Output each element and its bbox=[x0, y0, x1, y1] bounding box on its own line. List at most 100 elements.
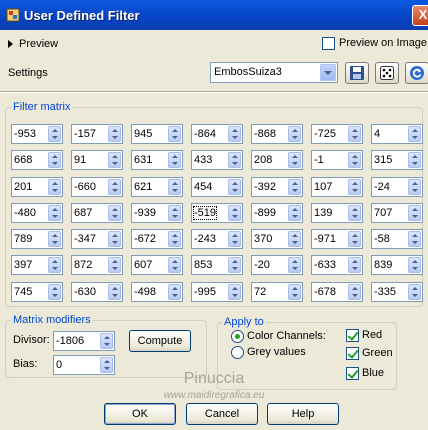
matrix-cell-spinner[interactable] bbox=[108, 205, 121, 221]
matrix-cell-r4-c2[interactable]: 687 bbox=[71, 203, 123, 223]
matrix-cell-spinner[interactable] bbox=[348, 257, 361, 273]
matrix-cell-spinner[interactable] bbox=[168, 284, 181, 300]
matrix-cell-r1-c3[interactable]: 945 bbox=[131, 124, 183, 144]
matrix-cell-spinner[interactable] bbox=[348, 205, 361, 221]
matrix-cell-r2-c6[interactable]: -1 bbox=[311, 150, 363, 170]
divisor-spinner[interactable] bbox=[100, 333, 113, 349]
matrix-cell-spinner[interactable] bbox=[348, 126, 361, 142]
matrix-cell-spinner[interactable] bbox=[408, 205, 421, 221]
matrix-cell-spinner[interactable] bbox=[168, 257, 181, 273]
matrix-cell-spinner[interactable] bbox=[288, 284, 301, 300]
randomize-button[interactable] bbox=[375, 62, 399, 84]
matrix-cell-spinner[interactable] bbox=[48, 284, 61, 300]
matrix-cell-r1-c6[interactable]: -725 bbox=[311, 124, 363, 144]
close-button[interactable]: X bbox=[412, 5, 428, 26]
matrix-cell-spinner[interactable] bbox=[288, 126, 301, 142]
matrix-cell-spinner[interactable] bbox=[168, 152, 181, 168]
matrix-cell-spinner[interactable] bbox=[108, 152, 121, 168]
matrix-cell-r5-c2[interactable]: -347 bbox=[71, 229, 123, 249]
matrix-cell-r6-c4[interactable]: 853 bbox=[191, 255, 243, 275]
preset-dropdown[interactable]: EmbosSuiza3 bbox=[210, 62, 338, 83]
reset-button[interactable] bbox=[405, 62, 428, 84]
matrix-cell-spinner[interactable] bbox=[288, 257, 301, 273]
matrix-cell-spinner[interactable] bbox=[48, 205, 61, 221]
matrix-cell-spinner[interactable] bbox=[228, 231, 241, 247]
matrix-cell-spinner[interactable] bbox=[288, 179, 301, 195]
matrix-cell-r2-c2[interactable]: 91 bbox=[71, 150, 123, 170]
preview-toggle[interactable]: Preview bbox=[8, 37, 58, 51]
matrix-cell-r2-c5[interactable]: 208 bbox=[251, 150, 303, 170]
matrix-cell-spinner[interactable] bbox=[108, 126, 121, 142]
matrix-cell-r5-c4[interactable]: -243 bbox=[191, 229, 243, 249]
matrix-cell-r4-c4[interactable]: -519 bbox=[191, 203, 243, 223]
matrix-cell-spinner[interactable] bbox=[168, 126, 181, 142]
matrix-cell-r7-c5[interactable]: 72 bbox=[251, 282, 303, 302]
matrix-cell-spinner[interactable] bbox=[168, 231, 181, 247]
matrix-cell-r6-c1[interactable]: 397 bbox=[11, 255, 63, 275]
matrix-cell-spinner[interactable] bbox=[48, 179, 61, 195]
compute-button[interactable]: Compute bbox=[129, 330, 191, 352]
matrix-cell-spinner[interactable] bbox=[408, 257, 421, 273]
preview-on-image-box[interactable] bbox=[322, 36, 335, 50]
matrix-cell-r7-c4[interactable]: -995 bbox=[191, 282, 243, 302]
matrix-cell-r7-c3[interactable]: -498 bbox=[131, 282, 183, 302]
divisor-input[interactable]: -1806 bbox=[53, 331, 115, 351]
matrix-cell-r4-c1[interactable]: -480 bbox=[11, 203, 63, 223]
matrix-cell-r5-c3[interactable]: -672 bbox=[131, 229, 183, 249]
cancel-button[interactable]: Cancel bbox=[186, 403, 258, 425]
matrix-cell-spinner[interactable] bbox=[348, 152, 361, 168]
matrix-cell-spinner[interactable] bbox=[228, 126, 241, 142]
matrix-cell-spinner[interactable] bbox=[348, 179, 361, 195]
matrix-cell-spinner[interactable] bbox=[48, 257, 61, 273]
matrix-cell-spinner[interactable] bbox=[168, 205, 181, 221]
matrix-cell-spinner[interactable] bbox=[228, 152, 241, 168]
help-button[interactable]: Help bbox=[267, 403, 339, 425]
matrix-cell-spinner[interactable] bbox=[408, 152, 421, 168]
matrix-cell-r5-c7[interactable]: -58 bbox=[371, 229, 423, 249]
matrix-cell-spinner[interactable] bbox=[288, 152, 301, 168]
matrix-cell-spinner[interactable] bbox=[168, 179, 181, 195]
matrix-cell-spinner[interactable] bbox=[228, 257, 241, 273]
matrix-cell-r6-c7[interactable]: 839 bbox=[371, 255, 423, 275]
matrix-cell-spinner[interactable] bbox=[108, 231, 121, 247]
matrix-cell-r1-c4[interactable]: -864 bbox=[191, 124, 243, 144]
save-preset-button[interactable] bbox=[345, 62, 369, 84]
matrix-cell-r6-c2[interactable]: 872 bbox=[71, 255, 123, 275]
matrix-cell-r5-c5[interactable]: 370 bbox=[251, 229, 303, 249]
grey-values-radio[interactable] bbox=[231, 346, 244, 359]
matrix-cell-r2-c7[interactable]: 315 bbox=[371, 150, 423, 170]
matrix-cell-r2-c4[interactable]: 433 bbox=[191, 150, 243, 170]
dropdown-button[interactable] bbox=[320, 64, 336, 81]
color-channels-radio[interactable] bbox=[231, 330, 244, 343]
matrix-cell-spinner[interactable] bbox=[48, 231, 61, 247]
matrix-cell-r2-c1[interactable]: 668 bbox=[11, 150, 63, 170]
matrix-cell-r6-c5[interactable]: -20 bbox=[251, 255, 303, 275]
matrix-cell-r1-c7[interactable]: 4 bbox=[371, 124, 423, 144]
matrix-cell-r6-c3[interactable]: 607 bbox=[131, 255, 183, 275]
green-channel-checkbox[interactable] bbox=[346, 347, 359, 360]
matrix-cell-spinner[interactable] bbox=[108, 179, 121, 195]
matrix-cell-spinner[interactable] bbox=[408, 126, 421, 142]
matrix-cell-r3-c6[interactable]: 107 bbox=[311, 177, 363, 197]
matrix-cell-r3-c1[interactable]: 201 bbox=[11, 177, 63, 197]
matrix-cell-spinner[interactable] bbox=[108, 284, 121, 300]
matrix-cell-r5-c1[interactable]: 789 bbox=[11, 229, 63, 249]
matrix-cell-r6-c6[interactable]: -633 bbox=[311, 255, 363, 275]
matrix-cell-spinner[interactable] bbox=[348, 231, 361, 247]
matrix-cell-r4-c7[interactable]: 707 bbox=[371, 203, 423, 223]
matrix-cell-spinner[interactable] bbox=[348, 284, 361, 300]
matrix-cell-r7-c1[interactable]: 745 bbox=[11, 282, 63, 302]
matrix-cell-r1-c5[interactable]: -868 bbox=[251, 124, 303, 144]
matrix-cell-r7-c2[interactable]: -630 bbox=[71, 282, 123, 302]
matrix-cell-r1-c1[interactable]: -953 bbox=[11, 124, 63, 144]
matrix-cell-r2-c3[interactable]: 631 bbox=[131, 150, 183, 170]
ok-button[interactable]: OK bbox=[104, 403, 176, 425]
matrix-cell-r7-c7[interactable]: -335 bbox=[371, 282, 423, 302]
matrix-cell-spinner[interactable] bbox=[288, 231, 301, 247]
matrix-cell-r7-c6[interactable]: -678 bbox=[311, 282, 363, 302]
matrix-cell-r4-c3[interactable]: -939 bbox=[131, 203, 183, 223]
matrix-cell-r3-c3[interactable]: 621 bbox=[131, 177, 183, 197]
matrix-cell-r4-c6[interactable]: 139 bbox=[311, 203, 363, 223]
matrix-cell-spinner[interactable] bbox=[48, 152, 61, 168]
matrix-cell-spinner[interactable] bbox=[228, 179, 241, 195]
